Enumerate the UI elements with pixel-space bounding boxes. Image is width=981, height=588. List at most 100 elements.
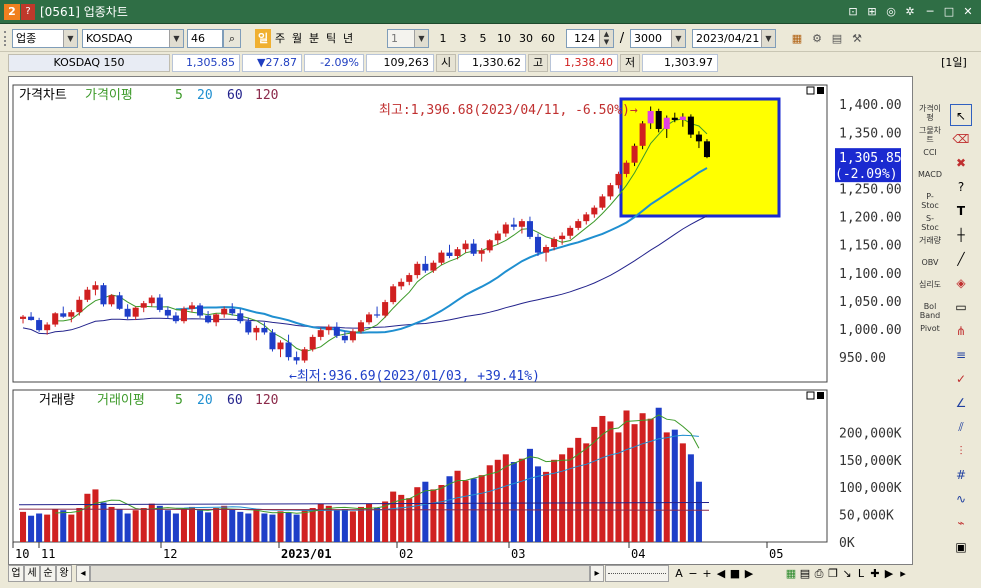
indicator-1[interactable]: 그물차트 (918, 126, 942, 148)
stop-icon[interactable]: ■ (728, 564, 742, 583)
max-count-input[interactable]: 3000 ▼ (630, 29, 686, 48)
layout-icon[interactable]: ⊞ (864, 4, 880, 20)
indicator-10[interactable]: Pivot (918, 324, 942, 346)
chevron-down-icon[interactable]: ▼ (671, 30, 685, 47)
count-input[interactable]: 124 ▲ ▼ (566, 29, 614, 48)
line-tool-icon[interactable]: ↘ (840, 564, 854, 583)
play-back-icon[interactable]: ◀ (714, 564, 728, 583)
indicator-5[interactable]: S-Stoc (918, 214, 942, 236)
indicator-4[interactable]: P-Stoc (918, 192, 942, 214)
search-icon[interactable]: ⌕ (223, 29, 241, 48)
window-icon[interactable]: ▣ (950, 536, 972, 558)
minimize-icon[interactable]: ─ (922, 4, 938, 20)
bottom-tab-1[interactable]: 세 (24, 565, 40, 582)
code-input[interactable]: 46 (187, 29, 223, 48)
period-2-button[interactable]: 월 (289, 29, 305, 48)
chevron-down-icon[interactable]: ▼ (169, 30, 183, 47)
zoom-in-icon[interactable]: + (700, 564, 714, 583)
indicator-2[interactable]: CCI (918, 148, 942, 170)
candle-body (349, 331, 356, 341)
date-select[interactable]: 2023/04/21 ▼ (692, 29, 776, 48)
spin-icon[interactable]: ▲ ▼ (599, 30, 613, 47)
end-icon[interactable]: ▸ (896, 564, 910, 583)
interval-2-button[interactable]: 5 (474, 29, 492, 48)
delete-all-icon[interactable]: ✖ (950, 152, 972, 174)
chevron-down-icon[interactable]: ▼ (761, 30, 775, 47)
panel-close-icon (817, 87, 824, 94)
indicator-6[interactable]: 거래량 (918, 236, 942, 258)
index-select[interactable]: KOSDAQ ▼ (82, 29, 184, 48)
eraser-icon[interactable]: ⌫ (950, 128, 972, 150)
zoom-a-icon[interactable]: A (672, 564, 686, 583)
period-0-button[interactable]: 일 (255, 29, 271, 48)
tools-icon[interactable]: ⚒ (848, 29, 866, 48)
chevron-down-icon[interactable]: ▼ (63, 30, 77, 47)
l-icon[interactable]: L (854, 564, 868, 583)
fibonacci-icon[interactable]: ⋔ (950, 320, 972, 342)
trend-line-icon[interactable]: ╱ (950, 248, 972, 270)
play-icon[interactable]: ▶ (882, 564, 896, 583)
fill-icon[interactable]: ◈ (950, 272, 972, 294)
help-icon[interactable]: ? (950, 176, 972, 198)
settings-icon[interactable]: ✲ (902, 4, 918, 20)
fan-icon[interactable]: ∠ (950, 392, 972, 414)
text-icon[interactable]: T (950, 200, 972, 222)
period-5-button[interactable]: 년 (340, 29, 356, 48)
cursor-icon[interactable]: ↖ (950, 104, 972, 126)
pin-icon[interactable]: ⊡ (845, 4, 861, 20)
chart-canvas[interactable]: 1,400.001,350.001,300.001,250.001,200.00… (9, 77, 912, 564)
channel-icon[interactable]: ≡ (950, 344, 972, 366)
market-select[interactable]: 업종 ▼ (12, 29, 78, 48)
vertical-line-icon[interactable]: ┼ (950, 224, 972, 246)
auto-icon[interactable]: ⌁ (950, 512, 972, 534)
count-value: 124 (574, 32, 595, 45)
bottom-bar: 업세순왕 ◂ ▸ A − + ◀ ■ ▶ ▦ ▤ ⎙ ❐ ↘ L ✚ ▶ ▸ (8, 565, 913, 583)
interval-5-button[interactable]: 60 (538, 29, 558, 48)
screen-icon[interactable]: ▤ (798, 564, 812, 583)
link-icon[interactable]: ◎ (883, 4, 899, 20)
maximize-icon[interactable]: □ (941, 4, 957, 20)
interval-1-button[interactable]: 3 (454, 29, 472, 48)
interval-4-button[interactable]: 30 (516, 29, 536, 48)
bottom-tab-2[interactable]: 순 (40, 565, 56, 582)
interval-0-button[interactable]: 1 (434, 29, 452, 48)
rectangle-icon[interactable]: ▭ (950, 296, 972, 318)
calculator-icon[interactable]: ▦ (788, 29, 806, 48)
high-label: 고 (528, 54, 548, 72)
print-icon[interactable]: ⎙ (812, 564, 826, 583)
cycle-icon[interactable]: ⫶ (950, 440, 972, 462)
excel-icon[interactable]: ▦ (784, 564, 798, 583)
save-icon[interactable]: ▤ (828, 29, 846, 48)
scroll-right-icon[interactable]: ▸ (590, 565, 604, 582)
scroll-left-icon[interactable]: ◂ (76, 565, 90, 582)
indicator-8[interactable]: 심리도 (918, 280, 942, 302)
horizontal-scrollbar[interactable] (90, 565, 590, 582)
play-icon[interactable]: ▶ (742, 564, 756, 583)
interval-3-button[interactable]: 10 (494, 29, 514, 48)
volume-bar (164, 510, 171, 542)
indicator-3[interactable]: MACD (918, 170, 942, 192)
indicator-9[interactable]: Bol Band (918, 302, 942, 324)
period-4-button[interactable]: 틱 (323, 29, 339, 48)
multiplier-select[interactable]: 1 ▼ (387, 29, 429, 48)
gear-icon[interactable]: ⚙ (808, 29, 826, 48)
bottom-tab-0[interactable]: 업 (8, 565, 24, 582)
period-1-button[interactable]: 주 (272, 29, 288, 48)
zoom-out-icon[interactable]: − (686, 564, 700, 583)
zoom-slider[interactable] (605, 565, 669, 582)
gann-icon[interactable]: ✓ (950, 368, 972, 390)
parallel-icon[interactable]: ⫽ (950, 416, 972, 438)
chevron-down-icon[interactable]: ▼ (414, 30, 428, 47)
candle-body (44, 324, 51, 331)
indicator-7[interactable]: OBV (918, 258, 942, 280)
wave-icon[interactable]: ∿ (950, 488, 972, 510)
chart-area[interactable]: 1,400.001,350.001,300.001,250.001,200.00… (8, 76, 913, 565)
copy-icon[interactable]: ❐ (826, 564, 840, 583)
help-icon[interactable]: ? (21, 4, 35, 20)
period-3-button[interactable]: 분 (306, 29, 322, 48)
bottom-tab-3[interactable]: 왕 (56, 565, 72, 582)
indicator-0[interactable]: 가격이평 (918, 104, 942, 126)
grid-icon[interactable]: # (950, 464, 972, 486)
move-icon[interactable]: ✚ (868, 564, 882, 583)
close-icon[interactable]: ✕ (960, 4, 976, 20)
